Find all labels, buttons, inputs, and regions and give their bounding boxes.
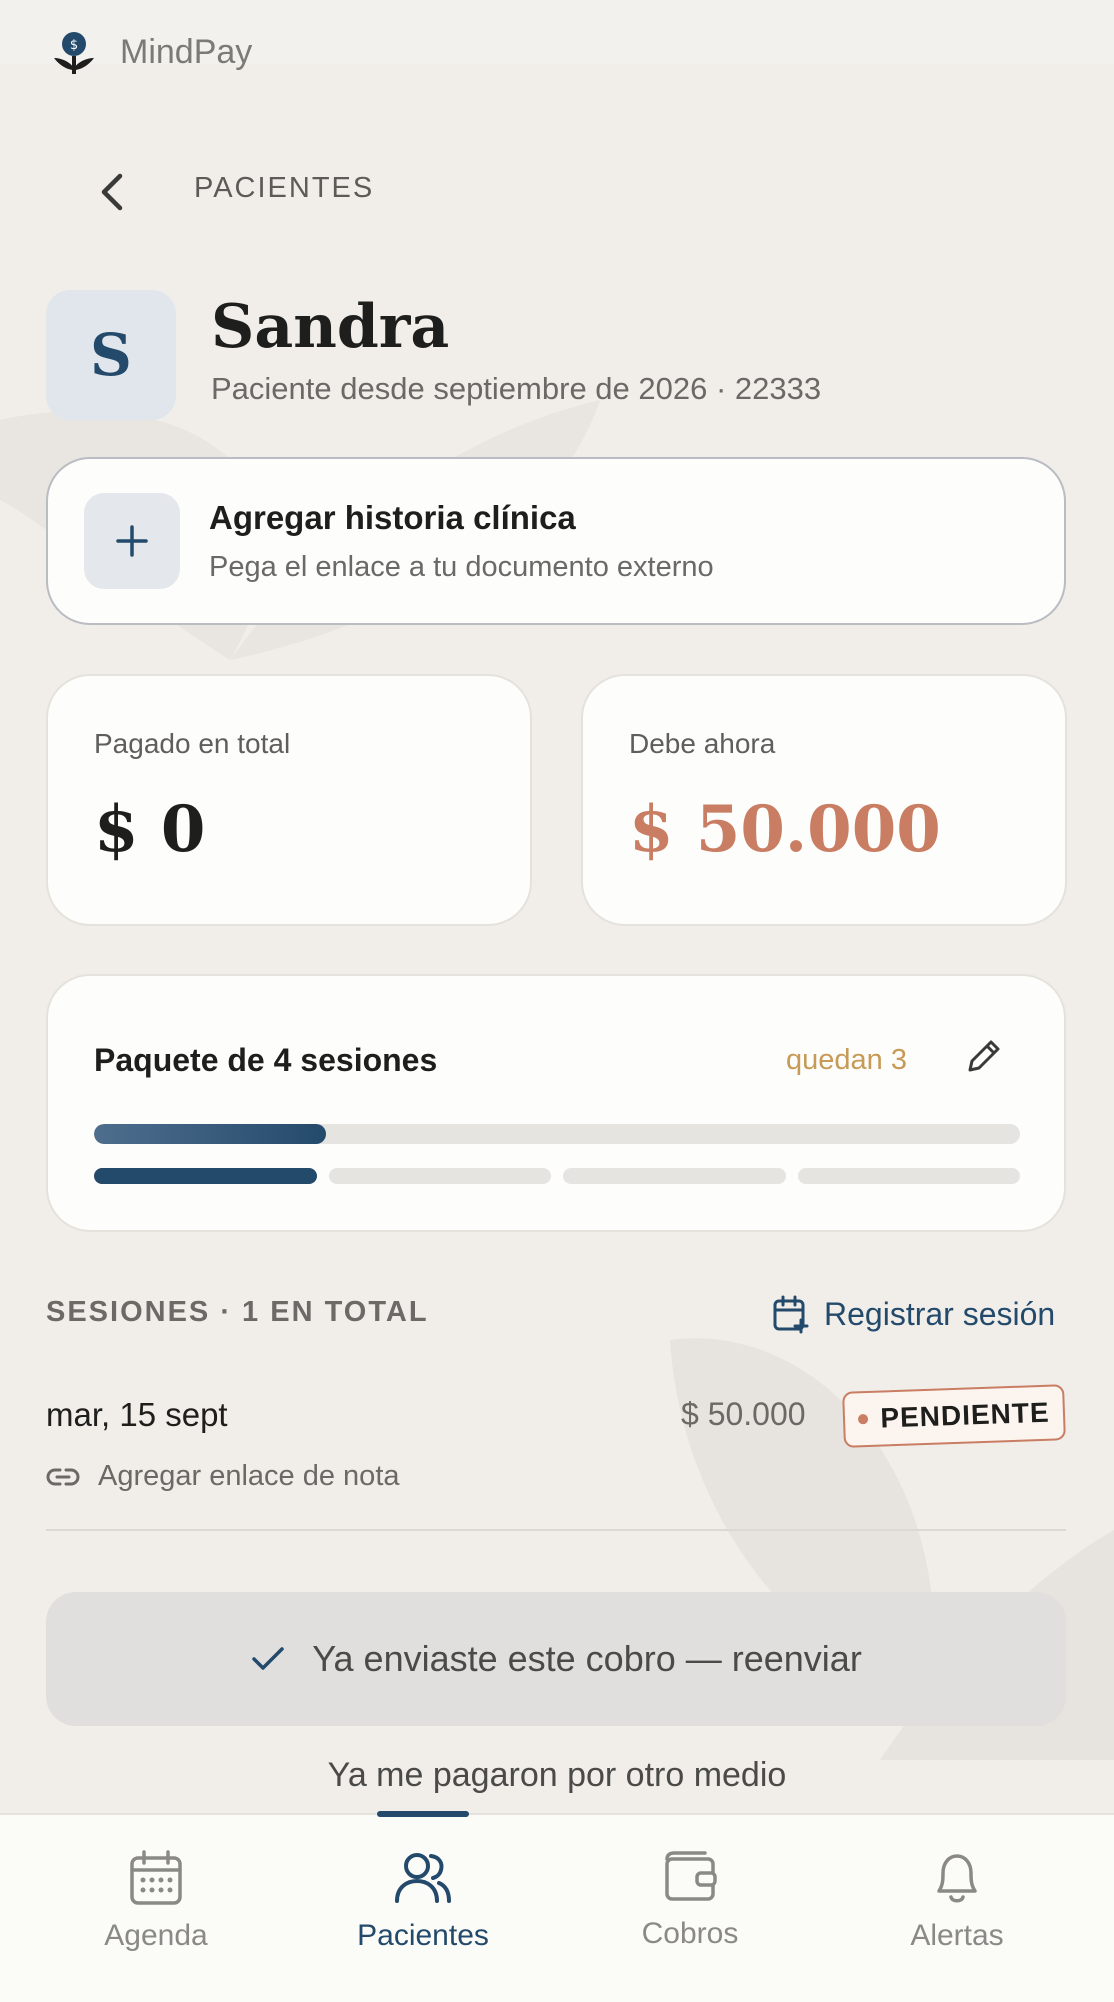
resend-charge-label: Ya enviaste este cobro — reenviar xyxy=(312,1638,862,1679)
nav-tab-pacientes[interactable]: Pacientes xyxy=(323,1849,523,1953)
paid-total-label: Pagado en total xyxy=(94,728,291,759)
status-badge: PENDIENTE xyxy=(842,1384,1066,1448)
session-date: mar, 15 sept xyxy=(46,1396,228,1433)
check-icon xyxy=(252,1647,284,1670)
status-dot-icon xyxy=(858,1413,869,1425)
package-progress-fill xyxy=(94,1124,326,1144)
plus-icon xyxy=(84,493,180,589)
add-note-label: Agregar enlace de nota xyxy=(98,1460,400,1492)
resend-charge-button[interactable]: Ya enviaste este cobro — reenviar xyxy=(46,1592,1066,1726)
package-session-segment xyxy=(797,1168,1020,1184)
owed-now-value: $ 50.000 xyxy=(629,792,941,867)
mindpay-logo-icon: $ xyxy=(54,32,94,74)
svg-text:$: $ xyxy=(70,38,78,53)
session-amount: $ 50.000 xyxy=(681,1396,806,1432)
patient-subtitle: Paciente desde septiembre de 2026 · 2233… xyxy=(211,371,822,406)
paid-total-card: Pagado en total $ 0 xyxy=(46,674,532,926)
register-session-button[interactable]: Registrar sesión xyxy=(772,1294,1055,1334)
sessions-header: SESIONES · 1 EN TOTAL xyxy=(46,1296,429,1328)
app-name: MindPay xyxy=(120,32,253,71)
package-session-segment xyxy=(94,1168,317,1184)
add-note-link[interactable]: Agregar enlace de nota xyxy=(46,1460,400,1493)
nav-label-cobros: Cobros xyxy=(641,1917,739,1950)
package-remaining: quedan 3 xyxy=(786,1044,907,1076)
patient-name: Sandra xyxy=(211,292,450,362)
owed-now-card: Debe ahora $ 50.000 xyxy=(581,674,1067,926)
nav-tab-alertas[interactable]: Alertas xyxy=(857,1849,1057,1953)
nav-tab-cobros[interactable]: Cobros xyxy=(590,1849,790,1951)
users-icon xyxy=(395,1853,451,1903)
package-progress-bar xyxy=(94,1124,1020,1144)
register-session-label: Registrar sesión xyxy=(824,1295,1056,1332)
nav-tab-agenda[interactable]: Agenda xyxy=(56,1849,256,1953)
back-chevron-icon[interactable] xyxy=(92,168,132,216)
status-badge-label: PENDIENTE xyxy=(879,1396,1051,1434)
package-session-segment xyxy=(563,1168,786,1184)
paid-other-method-link[interactable]: Ya me pagaron por otro medio xyxy=(0,1756,1114,1795)
calendar-icon xyxy=(130,1850,182,1905)
app-brand: $ MindPay xyxy=(50,28,252,76)
patient-avatar: S xyxy=(46,290,176,420)
wallet-icon xyxy=(665,1851,717,1901)
link-icon xyxy=(46,1468,80,1485)
paid-total-value: $ 0 xyxy=(94,792,206,867)
bell-icon xyxy=(937,1854,977,1903)
nav-label-alertas: Alertas xyxy=(910,1919,1004,1952)
breadcrumb[interactable]: PACIENTES xyxy=(194,172,374,205)
nav-label-agenda: Agenda xyxy=(104,1919,208,1952)
package-title: Paquete de 4 sesiones xyxy=(94,1042,438,1078)
clinical-history-title: Agregar historia clínica xyxy=(209,499,576,536)
add-clinical-history-card[interactable]: Agregar historia clínica Pega el enlace … xyxy=(46,457,1066,625)
pencil-edit-icon[interactable] xyxy=(962,1034,1006,1078)
owed-now-label: Debe ahora xyxy=(629,728,776,759)
divider xyxy=(46,1529,1066,1531)
nav-label-pacientes: Pacientes xyxy=(357,1919,489,1952)
calendar-plus-icon xyxy=(773,1295,809,1334)
clinical-history-subtitle: Pega el enlace a tu documento externo xyxy=(209,551,714,583)
package-session-segment xyxy=(328,1168,551,1184)
bottom-navigation: Agenda Pacientes Cobros Alertas xyxy=(0,1811,1114,2002)
package-session-segments xyxy=(94,1168,1020,1184)
session-package-card: Paquete de 4 sesiones quedan 3 xyxy=(46,974,1066,1232)
active-tab-indicator xyxy=(377,1811,469,1817)
